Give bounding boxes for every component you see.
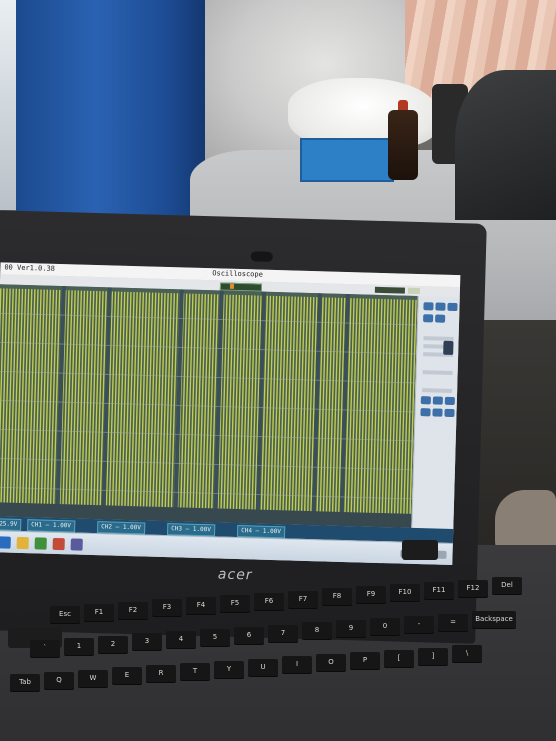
key-[interactable]: ` (30, 640, 60, 657)
key-4[interactable]: 4 (166, 631, 196, 649)
key-0[interactable]: 0 (370, 618, 400, 635)
key-[interactable]: - (404, 615, 434, 633)
laptop-lid: 00 Ver1.0.38 Oscilloscope 25.9V CH1 — 1.… (0, 210, 487, 644)
key-7[interactable]: 7 (268, 624, 298, 642)
key-esc[interactable]: Esc (50, 606, 80, 623)
key-f5[interactable]: F5 (220, 595, 250, 612)
blue-lift-pillar (16, 0, 216, 222)
folder-icon[interactable] (16, 536, 29, 550)
measure-button[interactable] (435, 314, 446, 323)
panel-button[interactable] (432, 396, 443, 405)
key-t[interactable]: T (180, 663, 210, 680)
right-hinge (402, 540, 438, 560)
browser-icon[interactable] (52, 537, 65, 551)
laptop-brand-logo: acer (217, 566, 253, 584)
key-f3[interactable]: F3 (152, 599, 182, 617)
key-[interactable]: \ (452, 645, 482, 663)
panel-square-button[interactable] (443, 340, 454, 355)
key-u[interactable]: U (248, 658, 278, 676)
panel-button[interactable] (444, 408, 455, 418)
key-6[interactable]: 6 (234, 626, 264, 644)
waveform-svg (0, 284, 418, 528)
key-[interactable]: ] (418, 647, 448, 665)
key-8[interactable]: 8 (302, 622, 332, 640)
key-[interactable]: [ (384, 649, 414, 667)
key-9[interactable]: 9 (336, 620, 366, 638)
key-del[interactable]: Del (492, 577, 522, 595)
key-f7[interactable]: F7 (288, 590, 318, 608)
webcam (250, 251, 273, 262)
trigger-marker[interactable] (229, 283, 235, 289)
key-f4[interactable]: F4 (186, 597, 216, 615)
keyboard: Esc F1 F2 F3 F4 F5 F6 F7 F8 F9 F10 F11 F12 Del ` 1 2 3 4 5 6… (10, 577, 556, 741)
panel-button[interactable] (444, 396, 455, 406)
stop-button[interactable] (435, 302, 446, 311)
run-button[interactable] (423, 302, 434, 311)
key-tab[interactable]: Tab (10, 674, 40, 691)
key-5[interactable]: 5 (200, 629, 230, 646)
key-f8[interactable]: F8 (322, 588, 352, 606)
app-title: Oscilloscope (212, 269, 263, 279)
key-[interactable]: = (438, 613, 468, 631)
status-chip-secondary (407, 287, 420, 295)
laptop-screen: 00 Ver1.0.38 Oscilloscope 25.9V CH1 — 1.… (0, 262, 461, 566)
scope-app-icon[interactable] (70, 538, 83, 551)
panel-button[interactable] (420, 396, 431, 405)
waveform-plot[interactable] (0, 284, 418, 528)
key-f2[interactable]: F2 (118, 601, 148, 619)
key-e[interactable]: E (112, 667, 142, 685)
blue-box (300, 138, 394, 182)
key-p[interactable]: P (350, 652, 380, 669)
status-chip (374, 286, 405, 294)
key-o[interactable]: O (316, 654, 346, 672)
panel-row[interactable] (422, 370, 453, 375)
panel-button[interactable] (420, 408, 431, 417)
settings-button[interactable] (447, 302, 458, 312)
dark-bottle (388, 110, 418, 180)
panel-button[interactable] (432, 408, 443, 417)
status-value: 25.9V (0, 518, 22, 531)
key-3[interactable]: 3 (132, 633, 162, 651)
app-icon[interactable] (34, 537, 47, 550)
key-1[interactable]: 1 (64, 637, 94, 655)
key-f10[interactable]: F10 (390, 584, 420, 601)
dark-jacket (455, 70, 556, 220)
key-2[interactable]: 2 (98, 635, 128, 653)
key-r[interactable]: R (146, 665, 176, 683)
key-f1[interactable]: F1 (84, 603, 114, 621)
control-panel (411, 295, 461, 530)
key-f6[interactable]: F6 (254, 592, 284, 610)
app-version: 00 Ver1.0.38 (4, 263, 56, 273)
key-q[interactable]: Q (44, 671, 74, 689)
key-y[interactable]: Y (214, 660, 244, 678)
key-f11[interactable]: F11 (424, 581, 454, 599)
key-f12[interactable]: F12 (458, 579, 488, 597)
start-icon[interactable] (0, 536, 11, 549)
key-w[interactable]: W (78, 669, 108, 687)
zoom-button[interactable] (423, 314, 434, 323)
key-f9[interactable]: F9 (356, 586, 386, 604)
key-i[interactable]: I (282, 656, 312, 674)
panel-row[interactable] (422, 388, 453, 393)
photo-scene: 00 Ver1.0.38 Oscilloscope 25.9V CH1 — 1.… (0, 0, 556, 741)
key-backspace[interactable]: Backspace (472, 611, 516, 629)
